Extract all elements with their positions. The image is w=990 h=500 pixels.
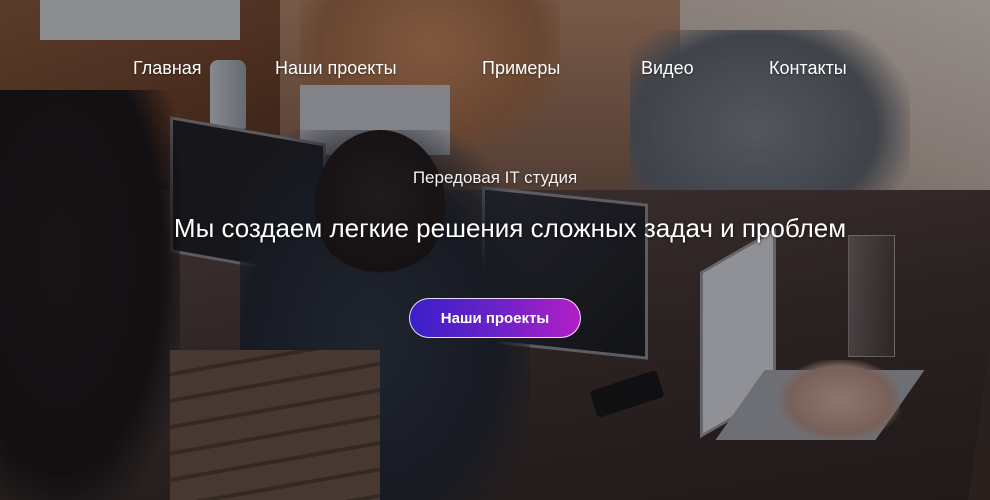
nav-item-projects[interactable]: Наши проекты xyxy=(275,58,397,79)
nav-item-examples[interactable]: Примеры xyxy=(482,58,560,79)
nav-item-contacts[interactable]: Контакты xyxy=(769,58,847,79)
main-nav: Главная Наши проекты Примеры Видео Конта… xyxy=(0,58,990,84)
nav-item-video[interactable]: Видео xyxy=(641,58,694,79)
projects-cta-button[interactable]: Наши проекты xyxy=(409,298,581,338)
hero-subtitle: Передовая IT студия xyxy=(412,168,578,187)
hero-headline: Мы создаем легкие решения сложных задач … xyxy=(173,213,847,243)
nav-item-home[interactable]: Главная xyxy=(133,58,202,79)
hero-section: Главная Наши проекты Примеры Видео Конта… xyxy=(0,0,990,500)
